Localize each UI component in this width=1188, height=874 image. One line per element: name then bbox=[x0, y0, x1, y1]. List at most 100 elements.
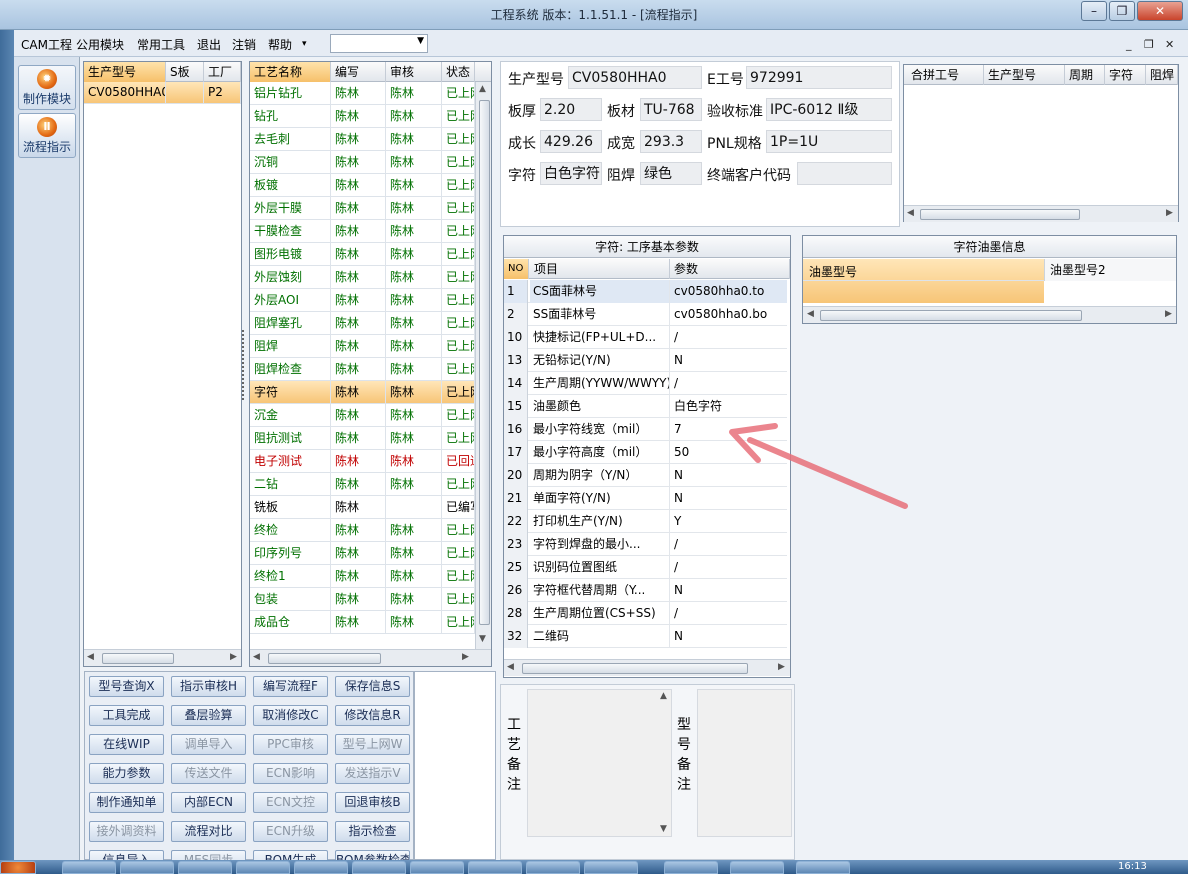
table-row[interactable]: 阻焊陈林陈林已上网 bbox=[250, 335, 475, 358]
table-row[interactable]: 外层AOI陈林陈林已上网 bbox=[250, 289, 475, 312]
col-param[interactable]: 参数 bbox=[670, 259, 790, 279]
col-ink-model-2[interactable]: 油墨型号2 bbox=[1044, 259, 1176, 281]
action-button[interactable]: 指示审核H bbox=[171, 676, 246, 697]
param-row[interactable]: 15 油墨颜色 白色字符 bbox=[504, 395, 787, 418]
splitter-handle[interactable] bbox=[242, 330, 248, 400]
action-button[interactable]: 编写流程F bbox=[253, 676, 328, 697]
table-row[interactable]: 终检陈林陈林已上网 bbox=[250, 519, 475, 542]
taskbar-item[interactable] bbox=[294, 861, 348, 874]
param-row[interactable]: 28 生产周期位置(CS+SS) / bbox=[504, 602, 787, 625]
col-writer[interactable]: 编写 bbox=[331, 62, 386, 82]
param-row[interactable]: 1 CS面菲林号 cv0580hha0.to bbox=[504, 280, 787, 303]
action-button[interactable]: 传送文件 bbox=[171, 763, 246, 784]
scroll-left-icon[interactable]: ◀ bbox=[507, 662, 514, 672]
horizontal-scrollbar[interactable]: ◀ ▶ bbox=[803, 306, 1176, 323]
scrollbar-thumb[interactable] bbox=[920, 209, 1080, 220]
table-row[interactable]: 铝片钻孔陈林陈林已上网 bbox=[250, 82, 475, 105]
scroll-down-icon[interactable]: ▼ bbox=[479, 634, 486, 644]
scroll-down-icon[interactable]: ▼ bbox=[660, 824, 667, 834]
taskbar-item[interactable] bbox=[178, 861, 232, 874]
action-button[interactable]: 工具完成 bbox=[89, 705, 164, 726]
table-row[interactable]: 沉铜陈林陈林已上网 bbox=[250, 151, 475, 174]
action-button[interactable]: 流程对比 bbox=[171, 821, 246, 842]
mdi-close-button[interactable]: ✕ bbox=[1165, 38, 1174, 51]
col-ink-model[interactable]: 油墨型号 bbox=[809, 263, 857, 280]
start-button[interactable] bbox=[0, 861, 36, 874]
mask-field[interactable]: 绿色 bbox=[640, 162, 702, 185]
action-button[interactable]: 内部ECN bbox=[171, 792, 246, 813]
action-button[interactable]: 制作通知单 bbox=[89, 792, 164, 813]
pnl-field[interactable]: 1P=1U bbox=[766, 130, 892, 153]
horizontal-scrollbar[interactable]: ◀ ▶ bbox=[250, 649, 491, 666]
maximize-button[interactable]: ❐ bbox=[1109, 1, 1135, 21]
table-row[interactable]: 外层干膜陈林陈林已上网 bbox=[250, 197, 475, 220]
scroll-right-icon[interactable]: ▶ bbox=[778, 662, 785, 672]
action-button[interactable]: 指示检查 bbox=[335, 821, 410, 842]
thickness-field[interactable]: 2.20 bbox=[540, 98, 602, 121]
action-button[interactable]: ECN影响 bbox=[253, 763, 328, 784]
action-button[interactable]: 叠层验算 bbox=[171, 705, 246, 726]
taskbar-item[interactable] bbox=[62, 861, 116, 874]
menu-common-tools[interactable]: 常用工具 bbox=[137, 36, 185, 53]
character-field[interactable]: 白色字符 bbox=[540, 162, 602, 185]
col-s-board[interactable]: S板 bbox=[166, 62, 204, 82]
menu-cam[interactable]: CAM工程 bbox=[21, 36, 72, 53]
menu-common-module[interactable]: 公用模块 bbox=[76, 36, 124, 53]
model-remark-field[interactable] bbox=[697, 689, 792, 837]
scrollbar-thumb[interactable] bbox=[102, 653, 174, 664]
param-row[interactable]: 2 SS面菲林号 cv0580hha0.bo bbox=[504, 303, 787, 326]
param-row[interactable]: 32 二维码 N bbox=[504, 625, 787, 648]
action-button[interactable]: 发送指示V bbox=[335, 763, 410, 784]
scroll-left-icon[interactable]: ◀ bbox=[87, 652, 94, 662]
process-remark-field[interactable]: ▲ ▼ bbox=[527, 689, 672, 837]
scroll-left-icon[interactable]: ◀ bbox=[807, 309, 814, 319]
action-button[interactable]: PPC审核 bbox=[253, 734, 328, 755]
taskbar-item[interactable] bbox=[664, 861, 718, 874]
action-button[interactable]: 保存信息S bbox=[335, 676, 410, 697]
horizontal-scrollbar[interactable]: ◀ ▶ bbox=[904, 205, 1178, 222]
table-row[interactable]: 成品仓陈林陈林已上网 bbox=[250, 611, 475, 634]
action-button[interactable]: 在线WIP bbox=[89, 734, 164, 755]
table-row[interactable]: 沉金陈林陈林已上网 bbox=[250, 404, 475, 427]
scroll-up-icon[interactable]: ▲ bbox=[660, 691, 667, 701]
chevron-down-icon[interactable]: ▾ bbox=[302, 39, 307, 49]
action-button[interactable]: ECN文控 bbox=[253, 792, 328, 813]
table-row[interactable]: 阻焊检查陈林陈林已上网 bbox=[250, 358, 475, 381]
action-button[interactable]: 接外调资料 bbox=[89, 821, 164, 842]
scroll-right-icon[interactable]: ▶ bbox=[1166, 208, 1173, 218]
menu-exit[interactable]: 退出 bbox=[197, 36, 221, 53]
col-merge-no[interactable]: 合拼工号 bbox=[904, 65, 984, 85]
table-row[interactable]: 二钻陈林陈林已上网 bbox=[250, 473, 475, 496]
action-button[interactable]: 调单导入 bbox=[171, 734, 246, 755]
menu-help[interactable]: 帮助 bbox=[268, 36, 292, 53]
col-status[interactable]: 状态 bbox=[442, 62, 475, 82]
scroll-left-icon[interactable]: ◀ bbox=[907, 208, 914, 218]
table-row[interactable]: 铣板陈林 已编写 bbox=[250, 496, 475, 519]
col-merge-model[interactable]: 生产型号 bbox=[984, 65, 1065, 85]
scroll-right-icon[interactable]: ▶ bbox=[462, 652, 469, 662]
menu-logout[interactable]: 注销 bbox=[232, 36, 256, 53]
taskbar-item[interactable] bbox=[584, 861, 638, 874]
col-item[interactable]: 项目 bbox=[529, 259, 670, 279]
table-row[interactable]: 钻孔陈林陈林已上网 bbox=[250, 105, 475, 128]
horizontal-scrollbar[interactable]: ◀ ▶ bbox=[84, 649, 241, 666]
param-row[interactable]: 13 无铅标记(Y/N) N bbox=[504, 349, 787, 372]
action-button[interactable]: 修改信息R bbox=[335, 705, 410, 726]
table-row[interactable]: 包装陈林陈林已上网 bbox=[250, 588, 475, 611]
table-row[interactable]: 阻焊塞孔陈林陈林已上网 bbox=[250, 312, 475, 335]
table-row[interactable]: 板镀陈林陈林已上网 bbox=[250, 174, 475, 197]
col-no[interactable]: NO bbox=[504, 259, 529, 279]
mdi-restore-button[interactable]: ❐ bbox=[1144, 38, 1154, 51]
standard-field[interactable]: IPC-6012 Ⅱ级 bbox=[766, 98, 892, 121]
nav-process-instruct[interactable]: Ⅱ 流程指示 bbox=[18, 113, 76, 158]
minimize-button[interactable]: – bbox=[1081, 1, 1107, 21]
action-button[interactable]: 能力参数 bbox=[89, 763, 164, 784]
horizontal-scrollbar[interactable]: ◀ ▶ bbox=[504, 659, 790, 676]
table-row[interactable]: 字符陈林陈林已上网 bbox=[250, 381, 475, 404]
scroll-right-icon[interactable]: ▶ bbox=[1165, 309, 1172, 319]
col-process-name[interactable]: 工艺名称 bbox=[250, 62, 331, 82]
action-button[interactable]: 型号上网W bbox=[335, 734, 410, 755]
taskbar-item[interactable] bbox=[120, 861, 174, 874]
col-model[interactable]: 生产型号 bbox=[84, 62, 166, 82]
col-reviewer[interactable]: 审核 bbox=[386, 62, 442, 82]
